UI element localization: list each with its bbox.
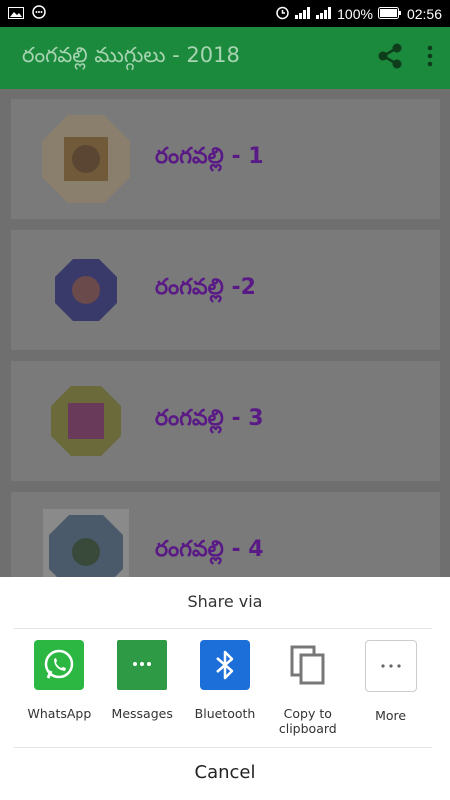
list-item-label: రంగవల్లి - 4 [155,537,264,562]
divider [14,628,432,629]
message-notification-icon [32,5,46,22]
signal-icon [295,6,311,22]
share-option-label: Bluetooth [194,706,256,721]
battery-percent: 100% [337,5,373,22]
copy-icon [282,640,333,690]
share-sheet-title: Share via [187,592,263,611]
more-options-button[interactable] [410,33,450,83]
list-item-label: రంగవల్లి - 3 [155,406,264,431]
whatsapp-icon [34,640,85,690]
more-vert-icon [426,45,434,71]
share-option-copy[interactable]: Copy to clipboard [266,640,349,736]
cancel-button[interactable]: Cancel [0,762,450,783]
gallery-notification-icon [8,6,24,22]
status-bar: 100% 02:56 [0,0,450,27]
share-option-label: WhatsApp [27,706,92,721]
share-option-messages[interactable]: Messages [101,640,184,736]
share-option-label: Messages [111,706,173,721]
app-bar: రంగవల్లి ముగ్గులు - 2018 [0,27,450,89]
signal-icon-2 [316,6,332,22]
list-item[interactable]: రంగవల్లి -2 [11,230,440,350]
list-item-label: రంగవల్లి - 1 [155,144,264,169]
share-option-bluetooth[interactable]: Bluetooth [184,640,267,736]
divider [14,747,432,748]
list-item[interactable]: రంగవల్లి - 3 [11,361,440,481]
rangoli-thumbnail [31,104,141,214]
list-item-label: రంగవల్లి -2 [155,275,256,300]
more-horiz-icon [364,640,417,692]
clock: 02:56 [406,5,442,22]
bluetooth-icon [199,640,250,690]
share-option-label: Copy to clipboard [278,706,337,736]
rangoli-list: రంగవల్లి - 1 రంగవల్లి -2 రంగవల్లి - 3 రం… [0,89,450,600]
rangoli-thumbnail [31,366,141,476]
share-option-whatsapp[interactable]: WhatsApp [18,640,101,736]
share-icon [375,41,405,75]
rangoli-thumbnail [31,235,141,345]
share-option-label: More [375,708,407,723]
list-item[interactable]: రంగవల్లి - 1 [11,99,440,219]
share-button[interactable] [370,33,410,83]
messages-icon [117,640,168,690]
share-sheet: Share via WhatsApp Messages Bluetooth Co… [0,577,450,800]
battery-icon [377,6,402,22]
app-title: రంగవల్లి ముగ్గులు - 2018 [22,43,240,67]
alarm-icon [275,5,290,23]
share-option-more[interactable]: More [349,640,432,736]
